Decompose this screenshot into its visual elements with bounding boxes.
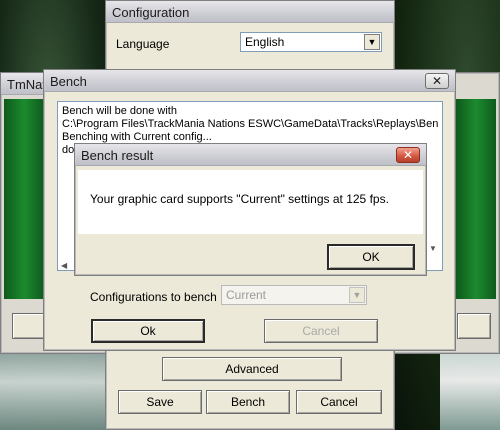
chevron-down-icon[interactable]: ▼ (349, 287, 365, 303)
advanced-label: Advanced (225, 362, 279, 376)
configuration-title: Configuration (112, 5, 190, 20)
bench-ok-button[interactable]: Ok (91, 319, 205, 343)
log-line: C:\Program Files\TrackMania Nations ESWC… (62, 118, 439, 130)
bench-button[interactable]: Bench (206, 390, 290, 414)
bench-title: Bench (50, 74, 87, 89)
language-label: Language (116, 37, 170, 51)
scroll-down-arrow-icon[interactable]: ▼ (429, 244, 437, 253)
configs-to-bench-label: Configurations to bench (90, 290, 217, 304)
tmnations-green-panel-right (456, 99, 496, 299)
scroll-left-arrow-icon[interactable]: ◀ (61, 261, 67, 270)
result-ok-button[interactable]: OK (327, 244, 415, 270)
bench-result-titlebar: Bench result ✕ (75, 144, 426, 166)
bench-titlebar: Bench ✕ (44, 70, 455, 92)
bench-result-title: Bench result (81, 148, 154, 163)
tmnations-green-panel-left (4, 99, 44, 299)
close-icon[interactable]: ✕ (425, 73, 449, 89)
tmnations-button-right[interactable] (457, 313, 491, 339)
cancel-label: Cancel (320, 395, 358, 409)
language-value: English (245, 35, 285, 49)
bench-cancel-button[interactable]: Cancel (264, 319, 378, 343)
configs-to-bench-value: Current (226, 288, 267, 302)
bench-cancel-label: Cancel (302, 324, 340, 338)
close-icon[interactable]: ✕ (396, 147, 420, 163)
log-line: Bench will be done with (62, 105, 177, 117)
bench-ok-label: Ok (140, 324, 156, 338)
bench-label: Bench (230, 395, 266, 409)
result-message: Your graphic card supports "Current" set… (90, 192, 389, 206)
save-button[interactable]: Save (118, 390, 202, 414)
save-label: Save (146, 395, 174, 409)
configs-to-bench-select[interactable]: Current ▼ (221, 285, 367, 305)
tmnations-button-left[interactable] (12, 313, 46, 339)
configuration-titlebar: Configuration (106, 1, 394, 23)
advanced-button[interactable]: Advanced (162, 357, 342, 381)
language-select[interactable]: English ▼ (240, 32, 382, 52)
bench-result-dialog: Bench result ✕ Your graphic card support… (74, 143, 427, 276)
result-ok-label: OK (362, 250, 380, 264)
cancel-button[interactable]: Cancel (296, 390, 382, 414)
chevron-down-icon[interactable]: ▼ (364, 34, 380, 50)
tmnations-title: TmNat (7, 77, 46, 92)
waterfall-left (0, 350, 110, 430)
